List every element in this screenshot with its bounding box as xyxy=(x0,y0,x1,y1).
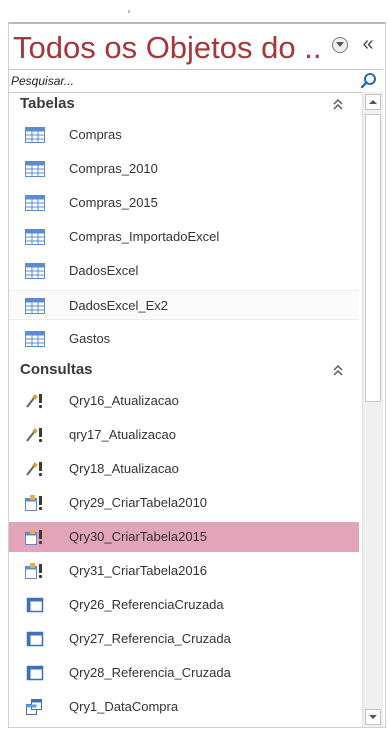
item-label: Qry1_DataCompra xyxy=(69,699,179,714)
list-item[interactable]: Qry31_CriarTabela2016 xyxy=(9,556,359,586)
group-label: Consultas xyxy=(20,361,93,378)
list-item[interactable]: DadosExcel xyxy=(9,256,359,286)
list-item[interactable]: Compras xyxy=(9,120,359,150)
item-label: Gastos xyxy=(69,331,111,346)
vertical-scrollbar[interactable] xyxy=(362,92,383,727)
list-item[interactable]: Qry26_ReferenciaCruzada xyxy=(9,590,359,620)
item-label: Qry18_Atualizacao xyxy=(69,461,179,476)
crosstab-query-icon xyxy=(26,665,44,681)
top-mark xyxy=(128,10,130,13)
select-query-icon xyxy=(26,699,42,715)
table-icon xyxy=(25,263,45,279)
item-label: Qry31_CriarTabela2016 xyxy=(69,563,208,578)
item-label: DadosExcel_Ex2 xyxy=(69,298,168,313)
item-label: Qry26_ReferenciaCruzada xyxy=(69,597,224,612)
object-list: Tabelas Compras Compras_2010 Compras_201… xyxy=(9,92,361,727)
list-item-selected[interactable]: Qry30_CriarTabela2015 xyxy=(9,522,359,552)
table-icon xyxy=(25,195,45,211)
item-label: qry17_Atualizacao xyxy=(69,427,176,442)
list-item[interactable]: Compras_2010 xyxy=(9,154,359,184)
table-icon xyxy=(25,298,45,314)
chevron-down-circle-icon xyxy=(336,42,344,47)
make-table-query-icon xyxy=(25,495,43,511)
list-item[interactable]: Qry1_DataCompra xyxy=(9,692,359,722)
update-query-icon xyxy=(26,428,43,443)
group-label: Tabelas xyxy=(20,95,75,112)
list-item[interactable]: Qry29_CriarTabela2010 xyxy=(9,488,359,518)
item-label: Compras xyxy=(69,127,122,142)
make-table-query-icon xyxy=(25,563,43,579)
search-bar xyxy=(9,69,383,93)
group-header-consultas[interactable]: Consultas xyxy=(9,358,361,384)
list-item[interactable]: Compras_2015 xyxy=(9,188,359,218)
item-label: Qry28_Referencia_Cruzada xyxy=(69,665,231,680)
scroll-down-button[interactable] xyxy=(365,709,381,725)
update-query-icon xyxy=(26,462,43,477)
collapse-pane-button[interactable]: « xyxy=(356,32,380,56)
table-icon xyxy=(25,331,45,347)
magnifier-icon[interactable] xyxy=(360,72,378,90)
crosstab-query-icon xyxy=(26,631,44,647)
item-label: Qry27_Referencia_Cruzada xyxy=(69,631,231,646)
group-header-tabelas[interactable]: Tabelas xyxy=(9,92,361,118)
list-item[interactable]: Qry28_Referencia_Cruzada xyxy=(9,658,359,688)
list-item[interactable]: Qry27_Referencia_Cruzada xyxy=(9,624,359,654)
pane-menu-button[interactable] xyxy=(332,37,348,53)
search-input[interactable] xyxy=(11,71,347,90)
list-item[interactable]: Qry16_Atualizacao xyxy=(9,386,359,416)
arrow-down-icon xyxy=(369,715,377,719)
table-icon xyxy=(25,161,45,177)
list-item[interactable]: Qry18_Atualizacao xyxy=(9,454,359,484)
item-label: Qry16_Atualizacao xyxy=(69,393,179,408)
collapse-double-chevron-icon[interactable] xyxy=(332,97,344,111)
table-icon xyxy=(25,229,45,245)
item-label: Qry29_CriarTabela2010 xyxy=(69,495,208,510)
item-label: DadosExcel xyxy=(69,263,139,278)
item-label: Compras_2010 xyxy=(69,161,158,176)
arrow-up-icon xyxy=(369,100,377,104)
collapse-double-chevron-icon[interactable] xyxy=(332,363,344,377)
scroll-up-button[interactable] xyxy=(365,94,381,110)
item-label: Qry30_CriarTabela2015 xyxy=(69,529,208,544)
list-item[interactable]: DadosExcel_Ex2 xyxy=(9,290,359,320)
table-icon xyxy=(25,127,45,143)
list-item[interactable]: Gastos xyxy=(9,324,359,354)
list-item[interactable]: Compras_ImportadoExcel xyxy=(9,222,359,252)
make-table-query-icon xyxy=(25,529,43,545)
navigation-pane: Todos os Objetos do ... « Tabelas Compra… xyxy=(8,22,386,728)
item-label: Compras_ImportadoExcel xyxy=(69,229,220,244)
scrollbar-thumb[interactable] xyxy=(365,114,381,402)
update-query-icon xyxy=(26,394,43,409)
item-label: Compras_2015 xyxy=(69,195,158,210)
top-area xyxy=(0,0,388,24)
pane-title[interactable]: Todos os Objetos do ... xyxy=(13,28,323,68)
crosstab-query-icon xyxy=(26,597,44,613)
list-item[interactable]: qry17_Atualizacao xyxy=(9,420,359,450)
